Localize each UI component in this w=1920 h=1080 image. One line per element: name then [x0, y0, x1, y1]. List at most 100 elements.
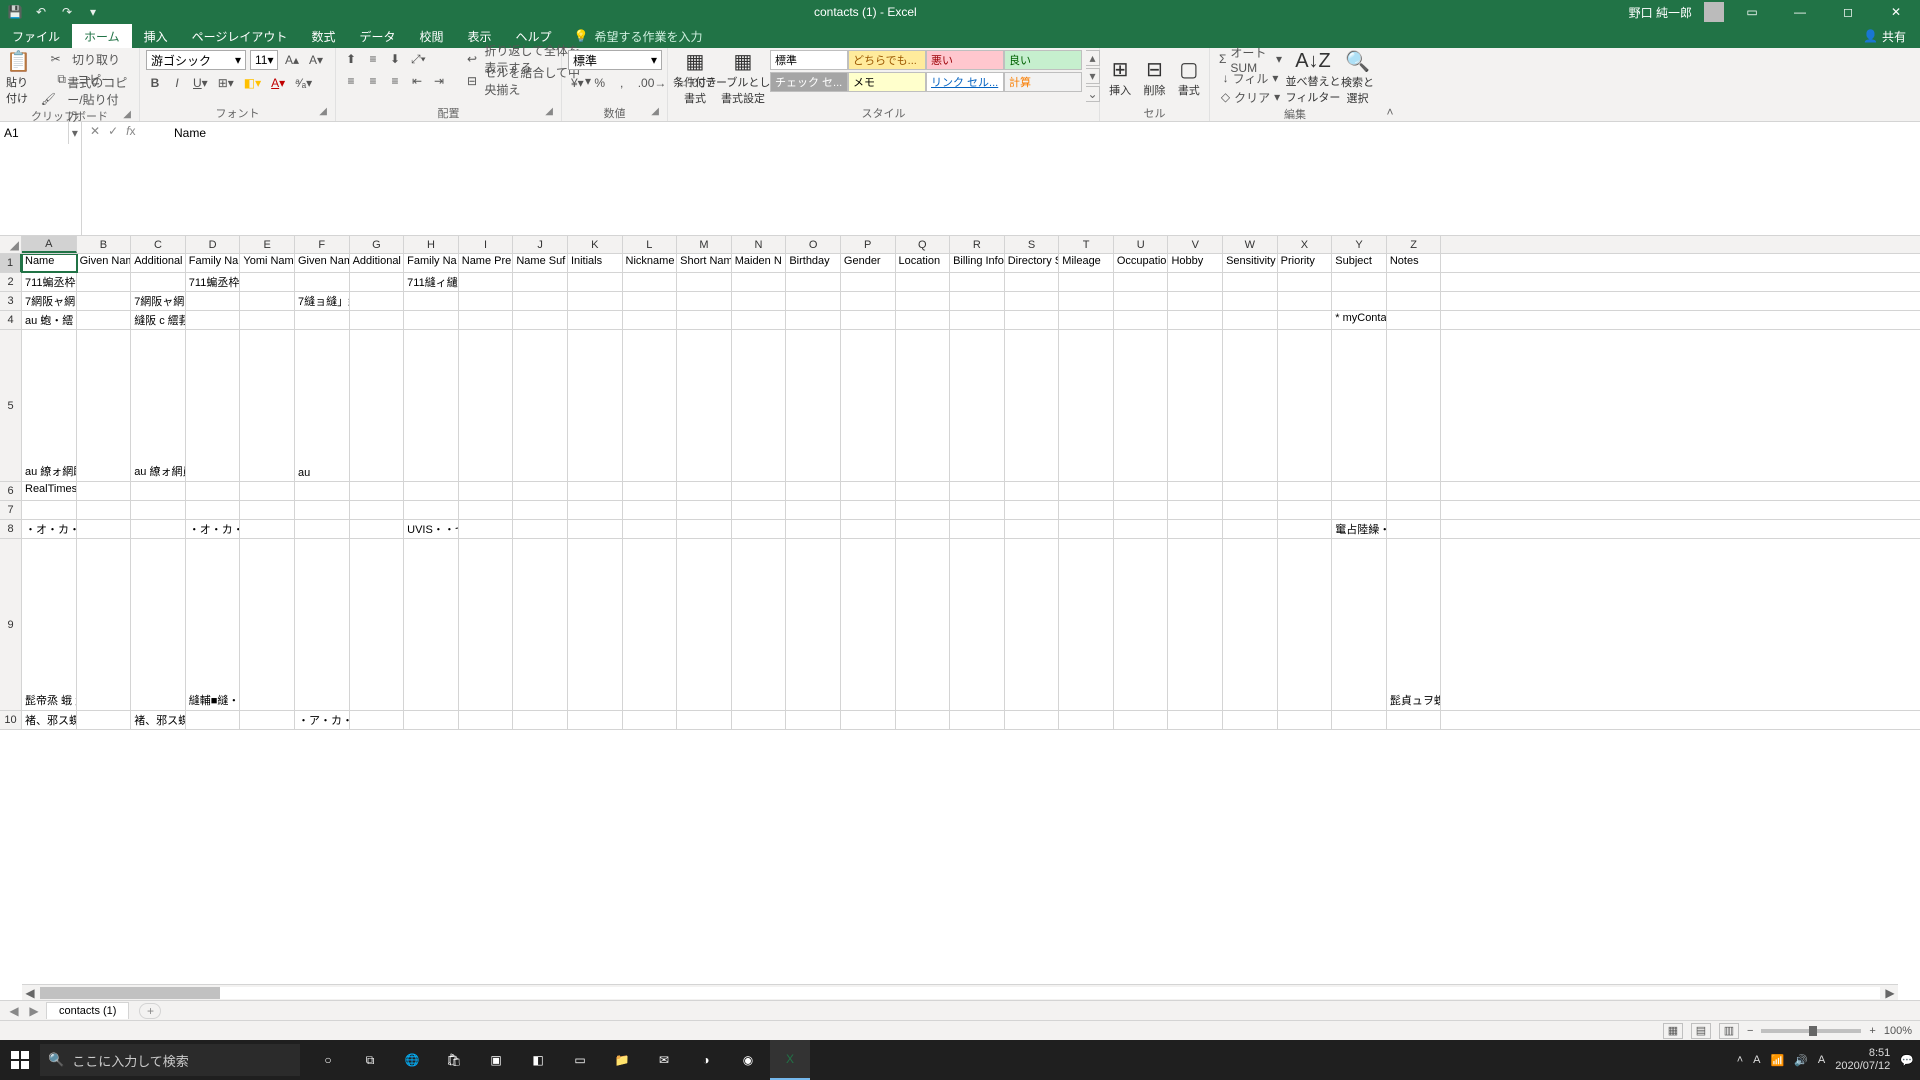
cell-M5[interactable]: [677, 330, 732, 481]
font-color-button[interactable]: A▾: [268, 74, 288, 92]
column-header-K[interactable]: K: [568, 236, 623, 253]
cell-J9[interactable]: [513, 539, 568, 710]
cell-I8[interactable]: [459, 520, 514, 538]
cell-L7[interactable]: [623, 501, 678, 519]
ruby-button[interactable]: ᵃ⁄ₐ▾: [292, 74, 315, 92]
cell-D10[interactable]: [186, 711, 241, 729]
cell-N10[interactable]: [732, 711, 787, 729]
cell-R10[interactable]: [950, 711, 1005, 729]
column-header-H[interactable]: H: [404, 236, 459, 253]
cell-Y3[interactable]: [1332, 292, 1387, 310]
cell-L10[interactable]: [623, 711, 678, 729]
border-button[interactable]: ⊞▾: [215, 74, 237, 92]
cell-L5[interactable]: [623, 330, 678, 481]
cell-H1[interactable]: Family Na: [404, 254, 459, 272]
cell-F5[interactable]: au: [295, 330, 350, 481]
zoom-in[interactable]: +: [1869, 1025, 1875, 1037]
sheet-nav-next[interactable]: ▶: [26, 1004, 42, 1018]
cell-O1[interactable]: Birthday: [786, 254, 841, 272]
cell-Q3[interactable]: [896, 292, 951, 310]
user-name[interactable]: 野口 純一郎: [1629, 4, 1692, 21]
sort-filter-button[interactable]: A↓Z並べ替えと フィルター: [1291, 50, 1335, 104]
cell-Q1[interactable]: Location: [896, 254, 951, 272]
cell-K6[interactable]: [568, 482, 623, 500]
cell-I6[interactable]: [459, 482, 514, 500]
align-bottom[interactable]: ⬇: [386, 50, 404, 68]
cell-M9[interactable]: [677, 539, 732, 710]
cell-U6[interactable]: [1114, 482, 1169, 500]
cell-F9[interactable]: [295, 539, 350, 710]
cell-P5[interactable]: [841, 330, 896, 481]
cell-N3[interactable]: [732, 292, 787, 310]
cell-K1[interactable]: Initials: [568, 254, 623, 272]
tray-volume-icon[interactable]: 🔊: [1794, 1054, 1808, 1067]
cell-X3[interactable]: [1278, 292, 1333, 310]
cell-E4[interactable]: [240, 311, 295, 329]
cell-V2[interactable]: [1168, 273, 1223, 291]
undo-icon[interactable]: ↶: [32, 3, 50, 21]
cell-O6[interactable]: [786, 482, 841, 500]
alignment-launcher[interactable]: ◢: [545, 106, 553, 117]
cell-V9[interactable]: [1168, 539, 1223, 710]
row-header-5[interactable]: 5: [0, 330, 22, 481]
sheet-nav-prev[interactable]: ◀: [6, 1004, 22, 1018]
decrease-font-size[interactable]: A▾: [306, 51, 326, 69]
cell-Y9[interactable]: [1332, 539, 1387, 710]
cell-V6[interactable]: [1168, 482, 1223, 500]
cell-U3[interactable]: [1114, 292, 1169, 310]
cell-Q8[interactable]: [896, 520, 951, 538]
cell-A2[interactable]: 711蝙丞枠縺俊そ網り繕ソ網シ: [22, 273, 77, 291]
paste-button[interactable]: 📋 貼り付け: [6, 50, 32, 104]
number-format-combo[interactable]: 標準▾: [568, 50, 662, 70]
hscroll-track[interactable]: [40, 987, 1880, 999]
cut-button[interactable]: ✂ 切り取り: [38, 50, 133, 68]
cell-O4[interactable]: [786, 311, 841, 329]
column-header-R[interactable]: R: [950, 236, 1005, 253]
cell-T2[interactable]: [1059, 273, 1114, 291]
column-header-V[interactable]: V: [1168, 236, 1223, 253]
cell-N7[interactable]: [732, 501, 787, 519]
cell-E10[interactable]: [240, 711, 295, 729]
cell-B1[interactable]: Given Nam: [77, 254, 132, 272]
cell-S6[interactable]: [1005, 482, 1060, 500]
cancel-formula-icon[interactable]: ✕: [90, 124, 100, 138]
column-header-J[interactable]: J: [513, 236, 568, 253]
cell-N1[interactable]: Maiden N: [732, 254, 787, 272]
cell-Z2[interactable]: [1387, 273, 1442, 291]
view-page-layout[interactable]: ▤: [1691, 1023, 1711, 1039]
cell-C10[interactable]: 褚、邪ス蝶・: [131, 711, 186, 729]
cell-X9[interactable]: [1278, 539, 1333, 710]
cell-S9[interactable]: [1005, 539, 1060, 710]
align-center[interactable]: ≡: [364, 72, 382, 90]
task-app4[interactable]: ◑: [686, 1040, 726, 1080]
cell-X8[interactable]: [1278, 520, 1333, 538]
cell-F6[interactable]: [295, 482, 350, 500]
cell-Z4[interactable]: [1387, 311, 1442, 329]
cell-C7[interactable]: [131, 501, 186, 519]
cell-G5[interactable]: [350, 330, 405, 481]
cell-Y1[interactable]: Subject: [1332, 254, 1387, 272]
hscroll-thumb[interactable]: [40, 987, 220, 999]
increase-indent[interactable]: ⇥: [430, 72, 448, 90]
cell-Z9[interactable]: 髭貞ュヲ蝮: [1387, 539, 1442, 710]
taskbar-search[interactable]: 🔍 ここに入力して検索: [40, 1044, 300, 1076]
cell-J6[interactable]: [513, 482, 568, 500]
cell-style-neutral[interactable]: どちらでも...: [848, 50, 926, 70]
column-header-X[interactable]: X: [1278, 236, 1333, 253]
cell-A3[interactable]: 7網阪ャ網・: [22, 292, 77, 310]
cell-H10[interactable]: [404, 711, 459, 729]
collapse-ribbon[interactable]: ˄: [1380, 48, 1400, 121]
cell-G8[interactable]: [350, 520, 405, 538]
column-header-T[interactable]: T: [1059, 236, 1114, 253]
cell-H2[interactable]: 711縫ィ繾・➛繚上〇縺俊・縫渲・縫後 s 縫渲・: [404, 273, 459, 291]
cell-style-memo[interactable]: メモ: [848, 72, 926, 92]
zoom-out[interactable]: −: [1747, 1025, 1753, 1037]
cell-H7[interactable]: [404, 501, 459, 519]
cell-M1[interactable]: Short Nam: [677, 254, 732, 272]
cell-V4[interactable]: [1168, 311, 1223, 329]
row-header-3[interactable]: 3: [0, 292, 22, 310]
cell-K5[interactable]: [568, 330, 623, 481]
cell-V7[interactable]: [1168, 501, 1223, 519]
cell-Z6[interactable]: [1387, 482, 1442, 500]
cell-K4[interactable]: [568, 311, 623, 329]
